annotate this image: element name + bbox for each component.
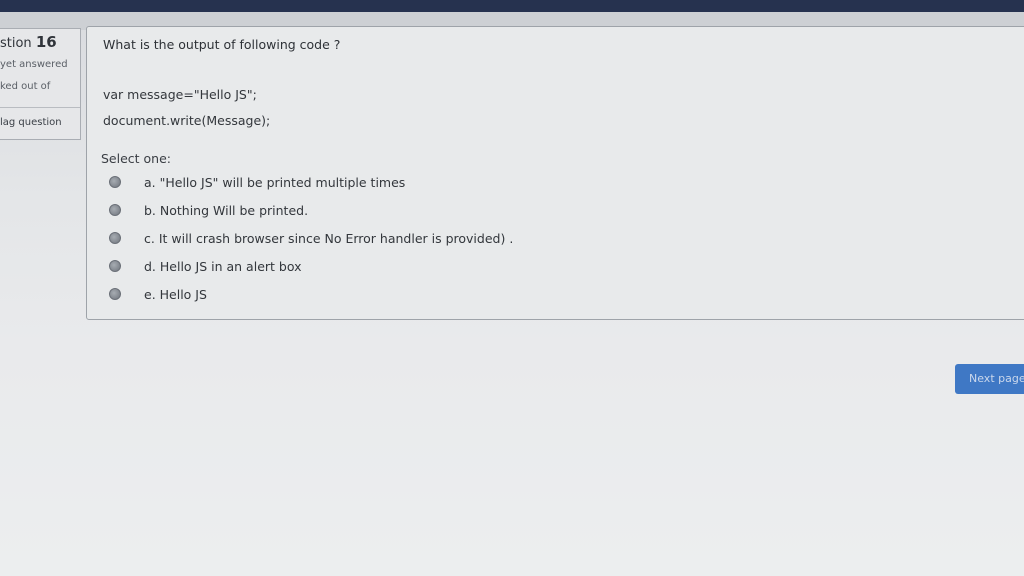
question-text: What is the output of following code ? xyxy=(103,37,341,52)
option-a-label[interactable]: a. "Hello JS" will be printed multiple t… xyxy=(144,175,405,190)
next-page-button[interactable]: Next page xyxy=(955,364,1024,394)
info-divider xyxy=(0,107,80,108)
question-number-label: stion 16 xyxy=(0,33,57,51)
code-line-2: document.write(Message); xyxy=(103,113,271,128)
option-e-label[interactable]: e. Hello JS xyxy=(144,287,207,302)
radio-button-d[interactable] xyxy=(109,260,121,272)
radio-button-a[interactable] xyxy=(109,176,121,188)
question-panel: What is the output of following code ? v… xyxy=(86,26,1024,320)
question-number: 16 xyxy=(35,33,57,51)
question-info-panel: stion 16 yet answered ked out of lag que… xyxy=(0,28,81,140)
marks-label: ked out of xyxy=(0,81,51,92)
option-e[interactable]: e. Hello JS xyxy=(109,285,207,303)
top-nav-bar xyxy=(0,0,1024,12)
option-c-label[interactable]: c. It will crash browser since No Error … xyxy=(144,231,513,246)
option-b-label[interactable]: b. Nothing Will be printed. xyxy=(144,203,308,218)
option-d[interactable]: d. Hello JS in an alert box xyxy=(109,257,302,275)
flag-question-link[interactable]: lag question xyxy=(0,117,62,128)
option-d-label[interactable]: d. Hello JS in an alert box xyxy=(144,259,302,274)
option-a[interactable]: a. "Hello JS" will be printed multiple t… xyxy=(109,173,405,191)
option-b[interactable]: b. Nothing Will be printed. xyxy=(109,201,308,219)
radio-button-b[interactable] xyxy=(109,204,121,216)
answer-status: yet answered xyxy=(0,59,68,70)
code-line-1: var message="Hello JS"; xyxy=(103,87,257,102)
radio-button-e[interactable] xyxy=(109,288,121,300)
radio-button-c[interactable] xyxy=(109,232,121,244)
option-c[interactable]: c. It will crash browser since No Error … xyxy=(109,229,513,247)
select-one-label: Select one: xyxy=(101,151,172,166)
